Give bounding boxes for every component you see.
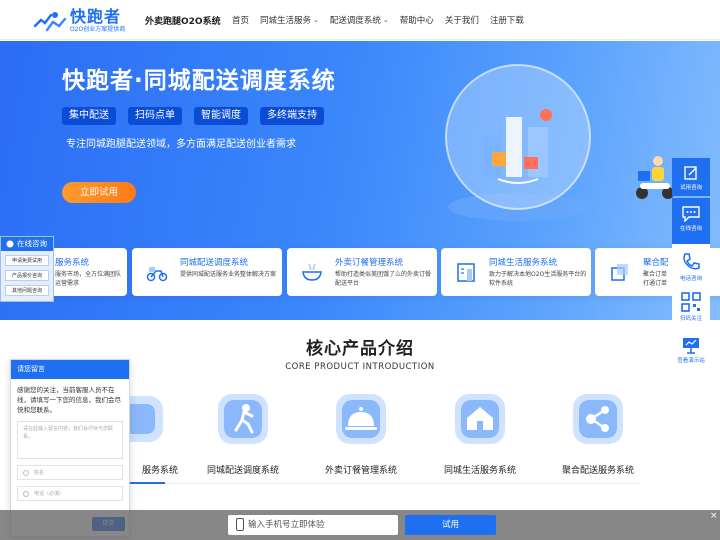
banner-tags: 集中配送 扫码点单 智能调度 多终端支持 — [62, 107, 336, 125]
site-header: 快跑者 O2O创业方案提供商 外卖跑腿O2O系统 首页 同城生活服务 ⌄ 配送调度… — [0, 0, 720, 40]
chat-bubble-icon — [6, 240, 14, 248]
phone-icon — [683, 253, 700, 270]
close-icon[interactable]: × — [710, 511, 718, 521]
consult-other[interactable]: 其他问题咨询 — [5, 285, 49, 296]
message-textarea[interactable]: 请在此输入留言内容，我们会尽快与您联系。 — [17, 421, 123, 459]
product-item[interactable]: 同城配送调度系统 — [193, 390, 293, 476]
bottom-phone-input[interactable]: 输入手机号立即体验 — [228, 515, 398, 535]
home-icon — [455, 394, 505, 444]
food-cover-icon — [336, 394, 386, 444]
nav-help[interactable]: 帮助中心 — [400, 14, 434, 26]
product-item[interactable]: 聚合配送服务系统 — [548, 390, 648, 476]
product-item[interactable]: 外卖订餐管理系统 — [311, 390, 411, 476]
banner-tag: 扫码点单 — [128, 107, 182, 125]
bowl-icon — [302, 263, 322, 281]
card-desc: 聚合订单打通订单 — [643, 271, 668, 287]
bottom-try-button[interactable]: 试用 — [405, 515, 496, 535]
phone-small-icon — [23, 491, 29, 497]
scooter-icon — [146, 267, 168, 282]
online-consult-panel: 在线咨询 申请免费试用 产品报价咨询 其他问题咨询 — [0, 236, 54, 302]
nav-register[interactable]: 注册下载 — [490, 14, 524, 26]
site-logo[interactable]: 快跑者 O2O创业方案提供商 — [33, 7, 125, 35]
card-title: 外卖订餐管理系统 — [335, 258, 404, 268]
consult-quote[interactable]: 产品报价咨询 — [5, 270, 49, 281]
sidebar-trial-consult[interactable]: 试用咨询 — [672, 158, 710, 196]
nav-city-life[interactable]: 同城生活服务 ⌄ — [260, 14, 319, 26]
sidebar-phone-consult[interactable]: 电话咨询 — [672, 244, 710, 288]
trial-button[interactable]: 立即试用 — [62, 182, 136, 203]
card-desc: 服务市场，全方位满团队运营需求 — [55, 271, 122, 287]
user-icon — [23, 470, 29, 476]
section-title: 核心产品介绍 — [306, 339, 414, 359]
product-name: 外卖订餐管理系统 — [324, 466, 397, 476]
feature-card[interactable]: 同城生活服务系统 致力于解决本地O2O生活服务平台的软件系统 — [441, 248, 591, 296]
product-name: 同城生活服务系统 — [443, 466, 516, 476]
card-title: 聚合配 — [643, 258, 669, 268]
consult-free-trial[interactable]: 申请免费试用 — [5, 255, 49, 266]
card-desc: 提供同城配送服务业务整体解决方案 — [180, 271, 277, 278]
banner-tag: 多终端支持 — [260, 107, 324, 125]
banner-title: 快跑者·同城配送调度系统 — [62, 68, 336, 94]
logo-runner-icon — [33, 12, 67, 32]
chevron-down-icon: ⌄ — [382, 16, 389, 24]
name-field[interactable]: 姓名 — [17, 465, 123, 480]
site-title: 外卖跑腿O2O系统 — [145, 17, 221, 27]
edit-icon — [684, 166, 697, 180]
card-desc: 致力于解决本地O2O生活服务平台的软件系统 — [489, 271, 587, 287]
logo-name: 快跑者 — [70, 7, 122, 26]
logo-slogan: O2O创业方案提供商 — [70, 26, 126, 33]
layers-icon — [611, 264, 628, 281]
message-header[interactable]: 请您留言 — [11, 360, 129, 379]
banner-description: 专注同城跑腿配送领域，多方面满足配送创业者需求 — [66, 139, 296, 150]
card-desc: 帮助打造类似美团饿了么的外卖订餐配送平台 — [335, 271, 432, 287]
runner-icon — [218, 394, 268, 444]
sidebar-qrcode[interactable]: 扫码关注 — [672, 288, 710, 328]
card-title: 同城配送调度系统 — [180, 258, 249, 268]
qrcode-icon — [681, 292, 701, 312]
banner-tag: 智能调度 — [194, 107, 248, 125]
card-title: 服务系统 — [55, 258, 90, 268]
globe-illustration — [445, 64, 591, 221]
product-name: 聚合配送服务系统 — [561, 466, 634, 476]
product-name: 同城配送调度系统 — [206, 466, 279, 476]
nav-home[interactable]: 首页 — [232, 14, 249, 26]
main-nav: 首页 同城生活服务 ⌄ 配送调度系统 ⌄ 帮助中心 关于我们 注册下载 — [232, 14, 535, 26]
building-icon — [457, 263, 475, 282]
phone-field[interactable]: 电话（必填） — [17, 486, 123, 501]
feature-cards: 服务系统 服务市场，全方位满团队运营需求 同城配送调度系统 提供同城配送服务业务… — [0, 248, 720, 296]
banner-tag: 集中配送 — [62, 107, 116, 125]
mobile-icon — [236, 518, 244, 531]
feature-card[interactable]: 外卖订餐管理系统 帮助打造类似美团饿了么的外卖订餐配送平台 — [287, 248, 437, 296]
share-nodes-icon — [573, 394, 623, 444]
product-item[interactable]: 同城生活服务系统 — [430, 390, 530, 476]
consult-header[interactable]: 在线咨询 — [1, 237, 53, 251]
card-title: 同城生活服务系统 — [489, 258, 558, 268]
chat-icon — [682, 206, 700, 222]
sidebar-online-consult[interactable]: 在线咨询 — [672, 198, 710, 244]
nav-dispatch[interactable]: 配送调度系统 ⌄ — [330, 14, 389, 26]
feature-card[interactable]: 同城配送调度系统 提供同城配送服务业务整体解决方案 — [132, 248, 282, 296]
chevron-down-icon: ⌄ — [313, 16, 319, 24]
nav-about[interactable]: 关于我们 — [445, 14, 479, 26]
message-text: 感谢您的关注，当前客服人员不在线，请填写一下您的信息，我们会尽快和您联系。 — [17, 386, 121, 414]
